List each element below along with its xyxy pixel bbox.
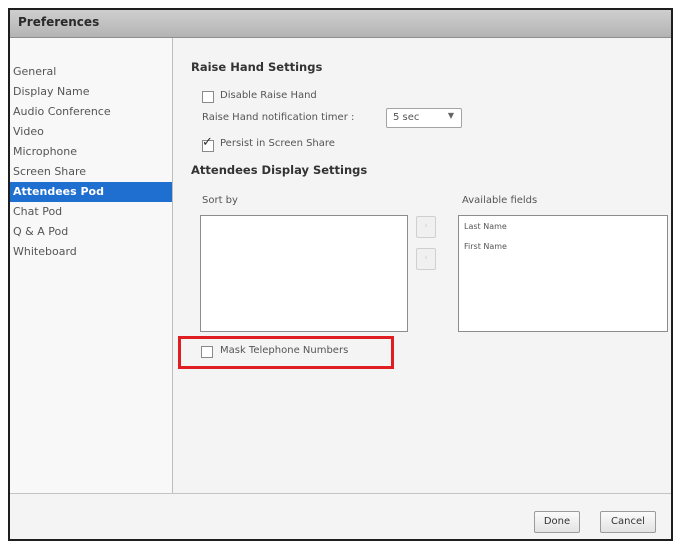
sidebar-item-attendees-pod[interactable]: Attendees Pod: [10, 182, 172, 202]
checkmark-icon: ✓: [202, 135, 213, 150]
sidebar-item-qa-pod[interactable]: Q & A Pod: [10, 222, 172, 242]
preferences-dialog: Preferences General Display Name Audio C…: [8, 8, 673, 541]
raise-hand-timer-label: Raise Hand notification timer :: [202, 112, 355, 123]
dialog-footer: Done Cancel: [10, 493, 671, 539]
raise-hand-timer-value: 5 sec: [393, 112, 420, 123]
disable-raise-hand-label: Disable Raise Hand: [220, 90, 317, 101]
chevron-left-icon: ‹: [424, 253, 428, 263]
sidebar: General Display Name Audio Conference Vi…: [10, 38, 173, 493]
disable-raise-hand-checkbox[interactable]: [202, 91, 214, 103]
move-left-button[interactable]: ‹: [416, 248, 436, 270]
attendees-display-heading: Attendees Display Settings: [191, 163, 368, 177]
mask-telephone-label: Mask Telephone Numbers: [220, 345, 349, 356]
sidebar-item-audio-conference[interactable]: Audio Conference: [10, 102, 172, 122]
move-right-button[interactable]: ›: [416, 216, 436, 238]
window-title: Preferences: [18, 15, 100, 29]
chevron-right-icon: ›: [424, 221, 428, 231]
sidebar-item-display-name[interactable]: Display Name: [10, 82, 172, 102]
sort-by-label: Sort by: [202, 195, 238, 206]
available-fields-label: Available fields: [462, 195, 538, 206]
title-bar[interactable]: Preferences: [10, 10, 671, 38]
persist-screen-share-label: Persist in Screen Share: [220, 138, 335, 149]
sidebar-item-chat-pod[interactable]: Chat Pod: [10, 202, 172, 222]
chevron-down-icon: ▼: [447, 111, 454, 120]
settings-panel: Raise Hand Settings Disable Raise Hand R…: [173, 38, 671, 493]
raise-hand-timer-select[interactable]: 5 sec ▼: [386, 108, 462, 128]
sidebar-item-whiteboard[interactable]: Whiteboard: [10, 242, 172, 262]
sidebar-item-general[interactable]: General: [10, 62, 172, 82]
persist-screen-share-checkbox[interactable]: ✓: [202, 136, 214, 152]
done-button[interactable]: Done: [534, 511, 580, 533]
sort-by-list[interactable]: [200, 215, 408, 332]
list-item-first-name[interactable]: First Name: [464, 242, 507, 251]
cancel-button[interactable]: Cancel: [600, 511, 656, 533]
mask-telephone-checkbox[interactable]: [201, 346, 213, 358]
sidebar-item-screen-share[interactable]: Screen Share: [10, 162, 172, 182]
list-item-last-name[interactable]: Last Name: [464, 222, 507, 231]
sidebar-item-video[interactable]: Video: [10, 122, 172, 142]
raise-hand-heading: Raise Hand Settings: [191, 60, 323, 74]
sidebar-item-microphone[interactable]: Microphone: [10, 142, 172, 162]
sidebar-list: General Display Name Audio Conference Vi…: [10, 62, 172, 262]
available-fields-list[interactable]: Last Name First Name: [458, 215, 668, 332]
